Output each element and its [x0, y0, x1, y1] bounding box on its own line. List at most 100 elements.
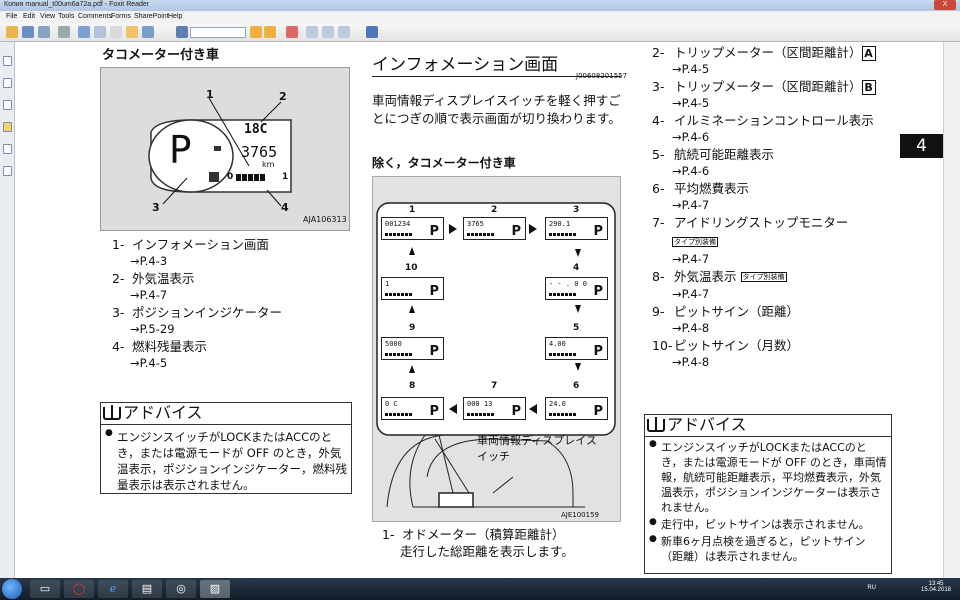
- left-items-list: 1- インフォメーション画面 →P.4-3 2- 外気温表示 →P.4-7 3- ポジ…: [112, 236, 352, 372]
- gauge-temperature: 18C: [244, 122, 268, 137]
- vertical-scrollbar[interactable]: [943, 42, 960, 578]
- lcd-screen-10: 1P: [381, 277, 444, 300]
- menu-tools[interactable]: Tools: [58, 13, 74, 20]
- print-icon[interactable]: [58, 26, 70, 38]
- diagram-label-4: 4: [573, 263, 580, 273]
- display-cycle-diagram: 1 2 3 4 5 6 7 8 9 10 001234 P 3765 P 290.1…: [372, 176, 621, 522]
- fit-page-icon[interactable]: [338, 26, 350, 38]
- callout-4: 4: [281, 201, 289, 214]
- diagram-label-9: 9: [409, 323, 416, 333]
- close-button[interactable]: X: [934, 0, 956, 10]
- gauge-drawing: [148, 97, 292, 207]
- menu-view[interactable]: View: [40, 13, 55, 20]
- right-items-list: 2- トリップメーター（区間距離計） A →P.4-5 3- トリップメーター（区間距…: [652, 44, 892, 371]
- lcd-screen-9: 5000 P: [381, 337, 444, 360]
- diagram-label-1: 1: [409, 205, 416, 215]
- save-icon[interactable]: [22, 26, 34, 38]
- zoom-out-icon[interactable]: [322, 26, 334, 38]
- lcd-screen-6: 24.0 P: [545, 397, 608, 420]
- lcd-screen-4: - - . 0 0P: [545, 277, 608, 300]
- trip-a-box: A: [861, 46, 876, 61]
- tachometer-heading: タコメーター付き車: [102, 48, 220, 63]
- list-item: 10- ピットサイン（月数） →P.4-8: [652, 338, 800, 369]
- list-item: 9- ピットサイン（距離） →P.4-8: [652, 304, 800, 335]
- gauge-gear: P: [169, 128, 192, 172]
- folder-taskbar-icon[interactable]: ▤: [132, 580, 162, 598]
- search-input[interactable]: [190, 27, 246, 38]
- gauge-unit: km: [262, 160, 275, 169]
- clock[interactable]: 13:45 15.04.2018: [916, 581, 956, 593]
- callout-3: 3: [152, 201, 160, 214]
- opera-taskbar-icon[interactable]: ◯: [64, 580, 94, 598]
- lcd-screen-1: 001234 P: [381, 217, 444, 240]
- section-code: J00608201557: [576, 72, 628, 80]
- sub-heading: 除く，タコメーター付き車: [372, 156, 516, 170]
- menu-help[interactable]: Help: [168, 13, 182, 20]
- menu-forms[interactable]: Forms: [111, 13, 131, 20]
- menu-file[interactable]: File: [6, 13, 17, 20]
- start-button[interactable]: [2, 579, 22, 599]
- foxit-taskbar-icon[interactable]: ▨: [200, 580, 230, 598]
- lcd-screen-5: 4.00 P: [545, 337, 608, 360]
- zoom-in-icon[interactable]: [306, 26, 318, 38]
- attachments-icon[interactable]: [3, 144, 12, 154]
- annotate-icon[interactable]: [286, 26, 298, 38]
- save-all-icon[interactable]: [38, 26, 50, 38]
- diagram-label-8: 8: [409, 381, 416, 391]
- sharepoint-icon[interactable]: [366, 26, 378, 38]
- gauge-fuel-empty: 0: [227, 172, 234, 182]
- lcd-screen-2: 3765 P: [463, 217, 526, 240]
- email-icon[interactable]: [78, 26, 90, 38]
- taskbar: ▭ ◯ ℯ ▤ ◎ ▨ RU 13:45 15.04.2018: [0, 578, 960, 600]
- explorer-taskbar-icon[interactable]: ▭: [30, 580, 60, 598]
- list-item: 5- 航続可能距離表示 →P.4-6: [652, 147, 775, 178]
- diagram-label-3: 3: [573, 205, 580, 215]
- diagram-label-10: 10: [405, 263, 418, 273]
- menu-comments[interactable]: Comments: [78, 13, 112, 20]
- layers-icon[interactable]: [3, 100, 12, 110]
- properties-icon[interactable]: [94, 26, 106, 38]
- select-text-icon[interactable]: [142, 26, 154, 38]
- chapter-tab: 4: [900, 134, 943, 158]
- window-titlebar: Копия manual_t00um6a72a.pdf - Foxit Read…: [0, 0, 960, 11]
- bookmarks-icon[interactable]: [3, 56, 12, 66]
- hand-tool-icon[interactable]: [110, 26, 122, 38]
- diagram-label-5: 5: [573, 323, 580, 333]
- menu-bar: File Edit View Tools Comments Forms Shar…: [0, 11, 960, 23]
- toolbar: [0, 23, 960, 42]
- left-advice-box: アドバイス エンジンスイッチがLOCKまたはACCのとき，または電源モードが O…: [100, 402, 352, 494]
- signature-icon[interactable]: [3, 166, 12, 176]
- language-indicator[interactable]: RU: [867, 585, 876, 591]
- trip-b-box: B: [861, 80, 876, 95]
- pages-icon[interactable]: [3, 78, 12, 88]
- type-tag: タイプ別装備: [672, 237, 718, 247]
- ie-taskbar-icon[interactable]: ℯ: [98, 580, 128, 598]
- hand-icon[interactable]: [126, 26, 138, 38]
- lcd-screen-8: 0 CP: [381, 397, 444, 420]
- advice-header: アドバイス: [645, 415, 891, 437]
- callout-1: 1: [206, 88, 214, 101]
- diagram-label-2: 2: [491, 205, 498, 215]
- list-item: 3- ポジションインジケーター →P.5-29: [112, 305, 283, 336]
- menu-sharepoint[interactable]: SharePoint: [134, 13, 169, 20]
- clock-date: 15.04.2018: [920, 587, 952, 593]
- list-item: 8- 外気温表示 タイプ別装備 →P.4-7: [652, 269, 787, 301]
- advice-bullet: 走行中，ピットサインは表示されません。: [645, 515, 891, 532]
- find-next-icon[interactable]: [264, 26, 276, 38]
- list-item: 2- トリップメーター（区間距離計） A →P.4-5: [652, 44, 892, 78]
- intro-text: 車両情報ディスプレイスイッチを軽く押すごとにつぎの順で表示画面が切り換わります。: [372, 93, 621, 126]
- advice-bullet: エンジンスイッチがLOCKまたはACCのとき，または電源モードが OFF のとき…: [101, 425, 351, 493]
- find-prev-icon[interactable]: [250, 26, 262, 38]
- menu-edit[interactable]: Edit: [23, 13, 35, 20]
- list-item: 3- トリップメーター（区間距離計） B →P.4-5: [652, 78, 892, 112]
- binoculars-icon[interactable]: [176, 26, 188, 38]
- book-icon: [103, 405, 121, 420]
- callout-2: 2: [279, 90, 287, 103]
- media-taskbar-icon[interactable]: ◎: [166, 580, 196, 598]
- open-icon[interactable]: [6, 26, 18, 38]
- type-tag: タイプ別装備: [740, 272, 787, 282]
- pdf-page: タコメーター付き車 1 2 3 4 18C 3765 km P 0 1 AJA1…: [16, 42, 943, 578]
- list-item: 6- 平均燃費表示 →P.4-7: [652, 181, 750, 212]
- comments-icon[interactable]: [3, 122, 12, 132]
- advice-header: アドバイス: [101, 403, 351, 425]
